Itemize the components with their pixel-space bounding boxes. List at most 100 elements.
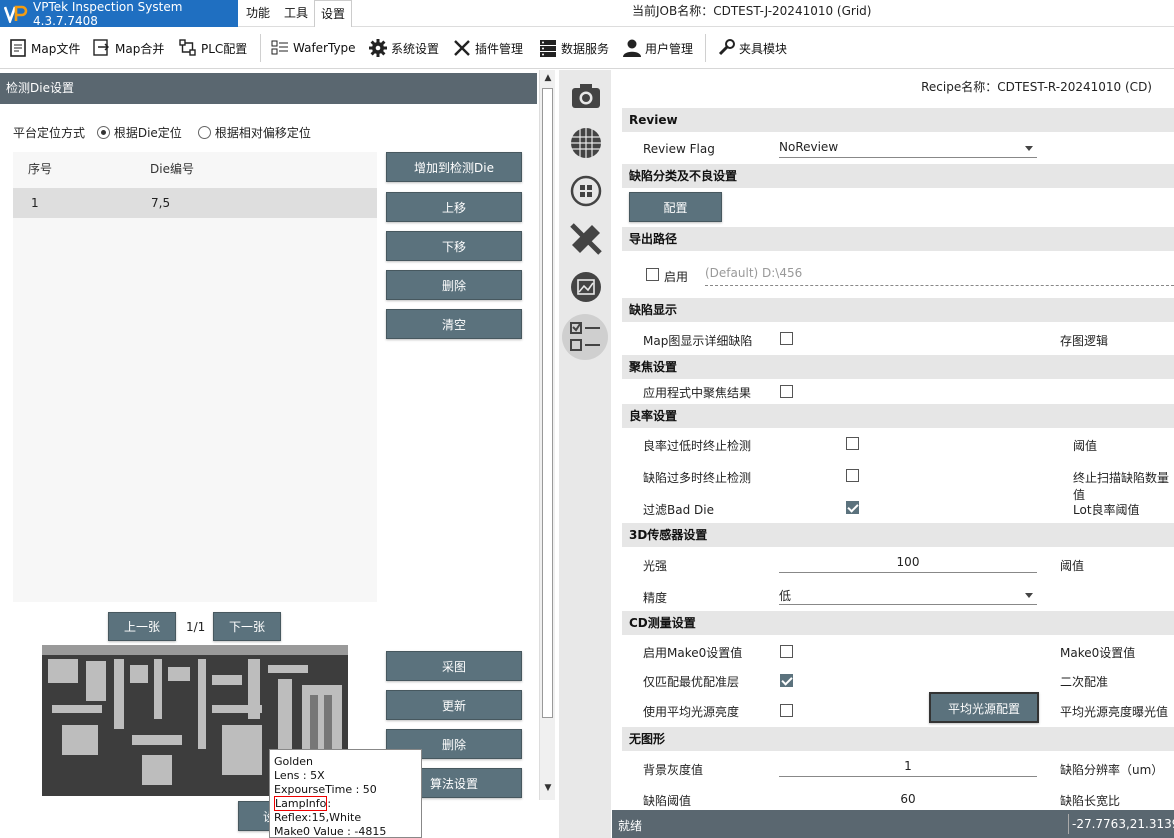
apply-focus-checkbox[interactable] (780, 385, 793, 398)
save-logic-label: 存图逻辑 (1060, 334, 1109, 348)
section-3d-sensor: 3D传感器设置 (622, 523, 1174, 547)
document-icon (8, 38, 28, 58)
map-merge-button[interactable]: Map合并 (92, 36, 164, 60)
fixture-module-button[interactable]: 夹具模块 (716, 36, 787, 60)
best-layer-label: 仅匹配最优配准层 (643, 675, 740, 689)
recipe-name: Recipe名称：CDTEST-R-20241010 (CD) (921, 80, 1152, 94)
plc-icon (178, 38, 198, 58)
left-scrollbar[interactable]: ▲ ▼ (539, 70, 555, 800)
row-die-id: 7,5 (151, 196, 171, 210)
defect-threshold-input[interactable]: 60 (779, 792, 1037, 806)
avg-light-label: 使用平均光源亮度 (643, 705, 740, 719)
image-analysis-icon[interactable] (568, 269, 604, 305)
section-defect-display: 缺陷显示 (622, 298, 1174, 322)
make0-enable-label: 启用Make0设置值 (643, 646, 743, 660)
section-review: Review (622, 108, 1174, 132)
bg-gray-label: 背景灰度值 (643, 763, 704, 777)
next-image-button[interactable]: 下一张 (213, 612, 281, 641)
low-yield-stop-checkbox[interactable] (846, 437, 859, 450)
avg-exposure-label: 平均光源亮度曝光值 (1060, 705, 1169, 719)
delete-button[interactable]: 删除 (386, 270, 522, 300)
filter-bad-die-checkbox[interactable] (846, 501, 859, 514)
radio-offset-position[interactable]: 根据相对偏移定位 (198, 124, 311, 141)
camera-icon[interactable] (568, 78, 604, 114)
prev-image-button[interactable]: 上一张 (108, 612, 176, 641)
user-icon (622, 38, 642, 58)
section-defect-class: 缺陷分类及不良设置 (622, 164, 1174, 188)
export-enable-label: 启用 (664, 270, 689, 284)
yield-threshold-label: 阈值 (1073, 439, 1098, 453)
many-defects-stop-checkbox[interactable] (846, 469, 859, 482)
checklist-icon[interactable] (562, 314, 608, 360)
positioning-label: 平台定位方式 (13, 126, 86, 140)
ruler-pencil-icon[interactable] (568, 221, 604, 257)
low-yield-stop-label: 良率过低时终止检测 (643, 439, 752, 453)
export-path-input[interactable]: (Default) D:\456 (705, 266, 1174, 286)
menu-settings[interactable]: 设置 (314, 0, 353, 27)
section-export-path: 导出路径 (622, 227, 1174, 251)
plugin-manager-button[interactable]: 插件管理 (452, 36, 523, 60)
data-service-button[interactable]: 数据服务 (538, 36, 609, 60)
intensity-input[interactable]: 100 (779, 555, 1037, 573)
user-manager-button[interactable]: 用户管理 (622, 36, 693, 60)
make0-value-label: Make0设置值 (1060, 646, 1136, 660)
lamp-info-highlight: LampInfo (274, 796, 328, 811)
left-panel-header: 检测Die设置 (0, 73, 537, 104)
radio-die-position[interactable]: 根据Die定位 (97, 124, 182, 141)
export-enable-checkbox[interactable] (646, 268, 659, 281)
avg-light-checkbox[interactable] (780, 704, 793, 717)
defect-threshold-label: 缺陷阈值 (643, 794, 692, 808)
precision-dropdown[interactable]: 低 (779, 587, 1037, 605)
job-name: 当前JOB名称：CDTEST-J-20241010 (Grid) (632, 4, 872, 18)
wrench-icon (716, 38, 736, 58)
status-text: 就绪 (618, 819, 643, 833)
column-index: 序号 (28, 162, 53, 176)
status-coordinates: -27.7763,21.3139,0 (1072, 817, 1174, 831)
wafer-type-button[interactable]: WaferType (270, 36, 356, 60)
tooltip-lamp: LampInfo: Reflex:15,White (274, 796, 362, 824)
defect-resolution-label: 缺陷分辨率（um） (1060, 763, 1164, 777)
status-bar: 就绪 -27.7763,21.3139,0 (612, 810, 1174, 838)
bg-gray-input[interactable]: 1 (779, 759, 1037, 777)
chevron-down-icon (1025, 593, 1033, 598)
move-up-button[interactable]: 上移 (386, 192, 522, 222)
menu-function[interactable]: 功能 (240, 0, 276, 27)
vp-logo-icon (3, 5, 28, 25)
wafer-grid-icon[interactable] (568, 173, 604, 209)
menu-tools[interactable]: 工具 (278, 0, 314, 27)
review-flag-dropdown[interactable]: NoReview (779, 140, 1037, 158)
scroll-thumb[interactable] (542, 88, 553, 718)
clear-button[interactable]: 清空 (386, 309, 522, 339)
filter-bad-die-label: 过滤Bad Die (643, 503, 714, 517)
row-index: 1 (31, 196, 39, 210)
scroll-down-icon[interactable]: ▼ (540, 780, 556, 796)
plc-config-button[interactable]: PLC配置 (178, 36, 247, 60)
tooltip-exposure: ExpourseTime : 50 (274, 783, 377, 796)
make0-enable-checkbox[interactable] (780, 645, 793, 658)
map-detail-label: Map图显示详细缺陷 (643, 334, 753, 348)
app-brand: VPTek Inspection System 4.3.7.7408 (0, 0, 238, 28)
scroll-up-icon[interactable]: ▲ (540, 70, 556, 86)
add-to-detection-die-button[interactable]: 增加到检测Die (386, 152, 522, 182)
column-die-id: Die编号 (150, 162, 194, 176)
tooltip-make0: Make0 Value : -4815 (274, 825, 387, 838)
system-settings-button[interactable]: 系统设置 (368, 36, 439, 60)
toolbar-separator (260, 34, 261, 62)
section-yield: 良率设置 (622, 404, 1174, 428)
section-no-pattern: 无图形 (622, 727, 1174, 751)
gear-icon (368, 38, 388, 58)
defect-config-button[interactable]: 配置 (629, 192, 722, 222)
best-layer-checkbox[interactable] (780, 674, 793, 687)
capture-button[interactable]: 采图 (386, 651, 522, 681)
app-title: VPTek Inspection System 4.3.7.7408 (33, 0, 183, 28)
defect-aspect-label: 缺陷长宽比 (1060, 794, 1121, 808)
lot-yield-threshold-label: Lot良率阈值 (1073, 503, 1140, 517)
avg-light-config-button[interactable]: 平均光源配置 (929, 692, 1039, 723)
table-row[interactable]: 1 7,5 (13, 188, 377, 218)
map-detail-checkbox[interactable] (780, 332, 793, 345)
update-button[interactable]: 更新 (386, 690, 522, 720)
wafer-map-icon[interactable] (568, 125, 604, 161)
move-down-button[interactable]: 下移 (386, 231, 522, 261)
status-separator (1068, 814, 1069, 834)
map-file-button[interactable]: Map文件 (8, 36, 80, 60)
